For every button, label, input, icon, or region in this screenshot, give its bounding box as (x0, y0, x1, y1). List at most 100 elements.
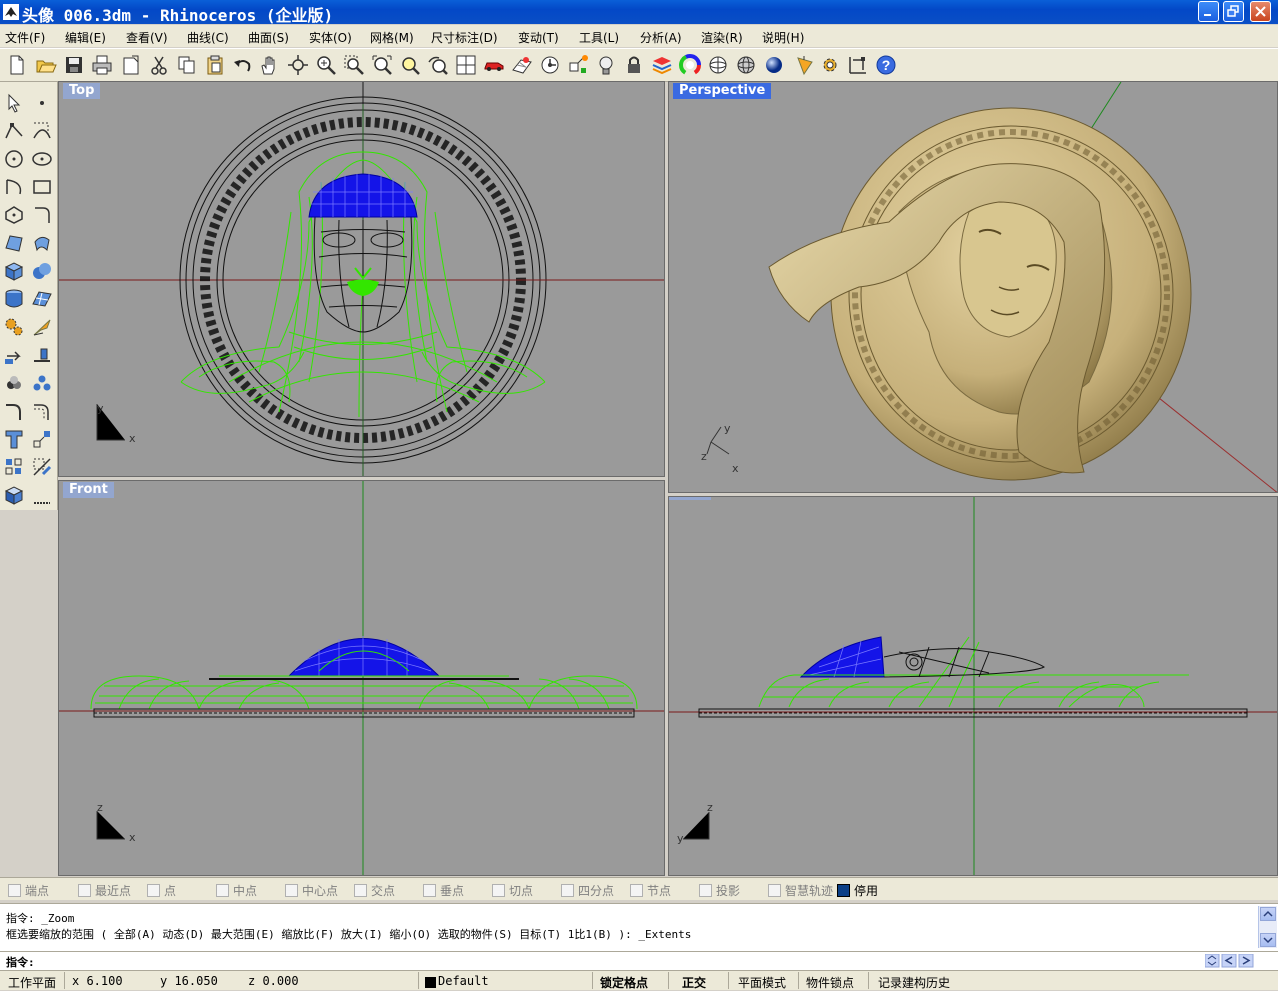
osnap-checkbox[interactable] (147, 884, 160, 897)
osnap-point[interactable]: 点 (147, 882, 176, 898)
pan-hand-icon[interactable] (258, 54, 280, 76)
car-icon[interactable] (483, 54, 505, 76)
cylinder-icon[interactable] (3, 288, 25, 310)
polygon-icon[interactable] (3, 204, 25, 226)
color-wheel-icon[interactable] (679, 54, 701, 76)
osnap-tangent[interactable]: 切点 (492, 882, 533, 898)
menu-analyze[interactable]: 分析(A) (640, 29, 682, 46)
box-solid-icon[interactable] (3, 260, 25, 282)
grid-snap-toggle[interactable]: 锁定格点 (600, 974, 648, 991)
explode-icon[interactable] (3, 456, 25, 478)
menu-curve[interactable]: 曲线(C) (187, 29, 229, 46)
viewport-label-top[interactable]: Top (63, 83, 101, 99)
menu-view[interactable]: 查看(V) (126, 29, 168, 46)
zoom-extents-icon[interactable] (371, 54, 393, 76)
osnap-checkbox[interactable] (285, 884, 298, 897)
lock-icon[interactable] (623, 54, 645, 76)
transform-gears-icon[interactable] (3, 316, 25, 338)
viewport-label-front[interactable]: Front (63, 482, 114, 498)
offset-icon[interactable] (31, 400, 53, 422)
surface-patch-icon[interactable] (31, 288, 53, 310)
menu-file[interactable]: 文件(F) (5, 29, 45, 46)
cplane-status[interactable]: 工作平面 (8, 974, 56, 991)
viewport-top[interactable]: y x Top (58, 81, 665, 477)
osnap-quadrant[interactable]: 四分点 (561, 882, 614, 898)
layer-color-swatch[interactable] (425, 977, 436, 988)
menu-render[interactable]: 渲染(R) (701, 29, 743, 46)
circle-icon[interactable] (3, 148, 25, 170)
osnap-checkbox[interactable] (561, 884, 574, 897)
osnap-disable[interactable]: 停用 (837, 882, 878, 898)
menu-help[interactable]: 说明(H) (762, 29, 804, 46)
osnap-checkbox[interactable] (837, 884, 850, 897)
undo-view-icon[interactable] (427, 54, 449, 76)
help-icon[interactable]: ? (875, 54, 897, 76)
osnap-checkbox[interactable] (216, 884, 229, 897)
rotate-view-icon[interactable] (287, 54, 309, 76)
menu-surface[interactable]: 曲面(S) (248, 29, 289, 46)
osnap-near[interactable]: 最近点 (78, 882, 131, 898)
layer-icon[interactable] (651, 54, 673, 76)
osnap-checkbox[interactable] (354, 884, 367, 897)
current-layer[interactable]: Default (438, 974, 489, 988)
menu-edit[interactable]: 编辑(E) (65, 29, 106, 46)
osnap-checkbox[interactable] (8, 884, 21, 897)
menu-transform[interactable]: 变动(T) (518, 29, 559, 46)
cut-icon[interactable] (148, 54, 170, 76)
split-icon[interactable] (31, 344, 53, 366)
osnap-checkbox[interactable] (768, 884, 781, 897)
dimension-icon[interactable] (847, 54, 869, 76)
select-arrow-icon[interactable] (3, 92, 25, 114)
menu-mesh[interactable]: 网格(M) (370, 29, 414, 46)
osnap-mid[interactable]: 中点 (216, 882, 257, 898)
more-tools-icon[interactable] (31, 484, 53, 506)
copy-icon[interactable] (176, 54, 198, 76)
menu-solid[interactable]: 实体(O) (309, 29, 352, 46)
osnap-checkbox[interactable] (492, 884, 505, 897)
ortho-toggle[interactable]: 正交 (682, 974, 706, 991)
menu-dimension[interactable]: 尺寸标注(D) (431, 29, 498, 46)
scroll-up-button[interactable] (1260, 907, 1276, 921)
array-icon[interactable] (31, 372, 53, 394)
object-snap-icon[interactable] (567, 54, 589, 76)
light-bulb-icon[interactable] (595, 54, 617, 76)
dimension-tool-icon[interactable] (31, 456, 53, 478)
polyline-icon[interactable] (3, 120, 25, 142)
wireframe-icon[interactable] (707, 54, 729, 76)
viewport-front[interactable]: z x Front (58, 480, 665, 876)
osnap-knot[interactable]: 节点 (630, 882, 671, 898)
zoom-window-icon[interactable] (343, 54, 365, 76)
osnap-checkbox[interactable] (699, 884, 712, 897)
osnap-perpendicular[interactable]: 垂点 (423, 882, 464, 898)
restore-button[interactable] (1223, 1, 1244, 22)
osnap-checkbox[interactable] (423, 884, 436, 897)
curve-icon[interactable] (31, 120, 53, 142)
text-icon[interactable] (3, 428, 25, 450)
command-prompt[interactable]: 指令: (0, 951, 1278, 970)
analyze-icon[interactable] (31, 316, 53, 338)
osnap-intersection[interactable]: 交点 (354, 882, 395, 898)
osnap-checkbox[interactable] (78, 884, 91, 897)
menu-tools[interactable]: 工具(L) (579, 29, 619, 46)
group-icon[interactable] (3, 372, 25, 394)
arc-icon[interactable] (3, 176, 25, 198)
rectangle-icon[interactable] (31, 176, 53, 198)
viewport-perspective[interactable]: y x z Perspective (668, 81, 1278, 493)
fillet-curve-icon[interactable] (31, 204, 53, 226)
rendered-sphere-icon[interactable] (763, 54, 785, 76)
viewport-right[interactable]: z y (668, 496, 1278, 876)
import-icon[interactable] (120, 54, 142, 76)
grid-options-icon[interactable] (511, 54, 533, 76)
render-icon[interactable] (794, 54, 816, 76)
close-button[interactable] (1250, 1, 1271, 22)
osnap-smarttrack[interactable]: 智慧轨迹 (768, 882, 833, 898)
new-file-icon[interactable] (6, 54, 28, 76)
osnap-project[interactable]: 投影 (699, 882, 740, 898)
osnap-toggle[interactable]: 物件锁点 (806, 974, 854, 991)
four-viewports-icon[interactable] (455, 54, 477, 76)
scroll-down-button[interactable] (1260, 933, 1276, 947)
zoom-selected-icon[interactable] (399, 54, 421, 76)
point-icon[interactable] (31, 92, 53, 114)
boolean-union-icon[interactable] (31, 260, 53, 282)
surface-corners-icon[interactable] (3, 232, 25, 254)
